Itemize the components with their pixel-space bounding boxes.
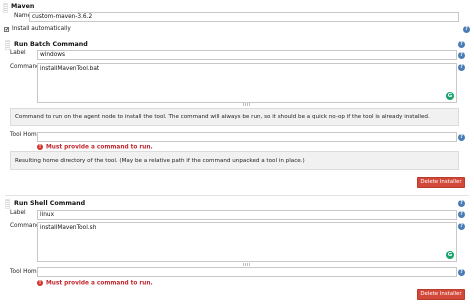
drag-handle-batch[interactable]	[5, 40, 10, 50]
shell-textarea-resize-grip[interactable]	[243, 263, 251, 266]
grammarly-icon-shell[interactable]: G	[446, 251, 454, 259]
batch-textarea-resize-grip[interactable]	[243, 103, 251, 106]
error-icon: !	[37, 280, 43, 286]
error-icon: !	[37, 144, 43, 150]
maven-section-title: Maven	[11, 3, 35, 10]
install-automatically-label: Install automatically	[12, 26, 71, 32]
delete-installer-button-shell[interactable]: Delete Installer	[417, 289, 465, 300]
help-icon-batch-command[interactable]: ?	[458, 41, 465, 48]
shell-tool-home-label: Tool Home	[10, 269, 41, 275]
batch-command-textarea[interactable]: installMavenTool.bat	[37, 63, 457, 103]
batch-label-input[interactable]: windows	[37, 50, 457, 60]
batch-error-message: ! Must provide a command to run.	[37, 144, 153, 151]
batch-command-help-box: Command to run on the agent node to inst…	[10, 108, 459, 126]
batch-error-text: Must provide a command to run.	[46, 144, 153, 151]
help-icon-batch-command-field[interactable]: ?	[458, 64, 465, 71]
help-icon-shell-command[interactable]: ?	[458, 200, 465, 207]
shell-command-label: Command	[10, 223, 40, 229]
shell-error-text: Must provide a command to run.	[46, 280, 153, 287]
drag-handle-maven[interactable]	[3, 3, 8, 13]
help-icon-shell-tool-home[interactable]: ?	[458, 269, 465, 276]
batch-command-help-text: Command to run on the agent node to inst…	[15, 114, 430, 120]
batch-tool-home-help-box: Resulting home directory of the tool. (M…	[10, 151, 459, 170]
shell-error-message: ! Must provide a command to run.	[37, 280, 153, 287]
shell-tool-home-input[interactable]	[37, 267, 457, 277]
grammarly-icon-batch[interactable]: G	[446, 92, 454, 100]
shell-section-title: Run Shell Command	[14, 200, 86, 207]
maven-name-input[interactable]: custom-maven-3.6.2	[29, 12, 459, 22]
help-icon-shell-label[interactable]: ?	[458, 211, 465, 218]
shell-command-textarea[interactable]: installMavenTool.sh	[37, 222, 457, 262]
shell-command-value: installMavenTool.sh	[40, 225, 97, 231]
shell-label-input[interactable]: linux	[37, 210, 457, 220]
batch-label-label: Label	[10, 50, 26, 56]
delete-installer-button-batch[interactable]: Delete Installer	[417, 177, 465, 188]
help-icon-install-automatically[interactable]: ?	[463, 26, 470, 33]
install-automatically-checkbox[interactable]: ✔	[4, 27, 9, 33]
help-icon-batch-tool-home[interactable]: ?	[458, 134, 465, 141]
batch-tool-home-input[interactable]	[37, 132, 457, 142]
help-icon-batch-label[interactable]: ?	[458, 52, 465, 59]
batch-section-title: Run Batch Command	[14, 41, 88, 48]
batch-tool-home-help-text: Resulting home directory of the tool. (M…	[15, 157, 305, 164]
shell-label-label: Label	[10, 210, 26, 216]
batch-command-value: installMavenTool.bat	[40, 66, 100, 72]
drag-handle-shell[interactable]	[5, 199, 10, 209]
section-divider	[5, 195, 469, 196]
help-icon-shell-command-field[interactable]: ?	[458, 223, 465, 230]
batch-tool-home-label: Tool Home	[10, 132, 41, 138]
batch-command-label: Command	[10, 64, 40, 70]
